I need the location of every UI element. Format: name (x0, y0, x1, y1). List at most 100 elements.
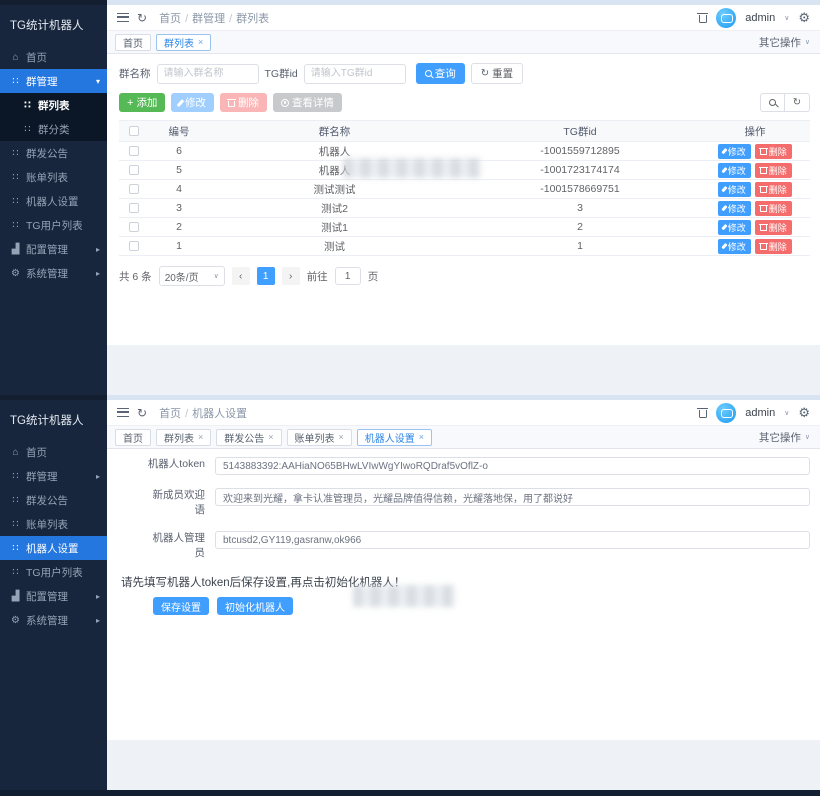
breadcrumb-item[interactable]: 首页 (159, 10, 181, 26)
tab[interactable]: 群列表 × (156, 429, 211, 446)
welcome-input[interactable] (215, 488, 810, 506)
gear-icon[interactable]: ⚙ (798, 11, 810, 24)
table-refresh-button[interactable]: ↻ (785, 93, 810, 112)
tab[interactable]: 首页 (115, 34, 151, 51)
sidebar-item[interactable]: ∷ 群列表 (0, 93, 107, 117)
sidebar-item[interactable]: ∷ TG用户列表 (0, 560, 107, 584)
row-delete-button[interactable]: 删除 (755, 220, 792, 235)
breadcrumb-item[interactable]: 首页 (159, 405, 181, 421)
sidebar-item[interactable]: ∷ 群发公告 (0, 488, 107, 512)
user-avatar[interactable] (716, 403, 736, 423)
other-operations-dropdown[interactable]: 其它操作 ∨ (759, 430, 810, 445)
menu-icon: ⌂ (10, 52, 21, 63)
trash-icon[interactable] (698, 408, 707, 418)
tab[interactable]: 群发公告 × (216, 429, 281, 446)
user-name[interactable]: admin (745, 12, 775, 24)
pencil-icon (722, 167, 728, 173)
breadcrumb-item[interactable]: 机器人设置 (185, 405, 247, 421)
row-checkbox[interactable] (129, 184, 139, 194)
hamburger-icon[interactable] (117, 408, 129, 417)
row-edit-button[interactable]: 修改 (718, 182, 751, 197)
user-name[interactable]: admin (745, 407, 775, 419)
row-checkbox[interactable] (129, 146, 139, 156)
sidebar-item[interactable]: ∷ 群分类 (0, 117, 107, 141)
sidebar-item[interactable]: ▟ 配置管理 ▸ (0, 584, 107, 608)
sidebar-menu: ⌂ 首页 ∷ 群管理 ▸ ∷ 群发公告 (0, 440, 107, 632)
row-delete-button[interactable]: 删除 (755, 163, 792, 178)
sidebar-item[interactable]: ∷ TG用户列表 (0, 213, 107, 237)
sidebar-item[interactable]: ∷ 群管理 ▾ (0, 69, 107, 93)
view-detail-button-disabled[interactable]: 查看详情 (273, 93, 342, 112)
sidebar-item[interactable]: ⌂ 首页 (0, 440, 107, 464)
tab-close-icon[interactable]: × (198, 432, 203, 442)
tab[interactable]: 机器人设置 × (357, 429, 432, 446)
sidebar-item[interactable]: ∷ 群管理 ▸ (0, 464, 107, 488)
row-delete-button[interactable]: 删除 (755, 239, 792, 254)
sidebar-item[interactable]: ⌂ 首页 (0, 45, 107, 69)
delete-button-disabled[interactable]: 删除 (220, 93, 267, 112)
admins-input[interactable] (215, 531, 810, 549)
row-edit-button[interactable]: 修改 (718, 239, 751, 254)
row-checkbox[interactable] (129, 203, 139, 213)
row-edit-button[interactable]: 修改 (718, 144, 751, 159)
refresh-icon[interactable]: ↻ (137, 407, 147, 419)
row-no: 2 (149, 221, 209, 233)
tab-close-icon[interactable]: × (268, 432, 273, 442)
content-footer-area (107, 740, 820, 790)
group-name-input[interactable] (157, 64, 259, 84)
sidebar-item[interactable]: ⚙ 系统管理 ▸ (0, 608, 107, 632)
sidebar-item[interactable]: ∷ 账单列表 (0, 165, 107, 189)
goto-page-input[interactable] (335, 267, 361, 285)
breadcrumb: 首页群管理群列表 (159, 10, 269, 26)
reset-button[interactable]: ↻重置 (471, 63, 523, 84)
sidebar-item[interactable]: ∷ 机器人设置 (0, 189, 107, 213)
init-robot-button[interactable]: 初始化机器人 (217, 597, 293, 615)
row-delete-button[interactable]: 删除 (755, 144, 792, 159)
search-icon (425, 70, 432, 77)
user-avatar[interactable] (716, 8, 736, 28)
tab[interactable]: 首页 (115, 429, 151, 446)
page-size-select[interactable]: 20条/页 ∨ (159, 266, 225, 286)
token-input[interactable] (215, 457, 810, 475)
sidebar-item-label: 机器人设置 (26, 541, 100, 556)
panel-robot-settings: TG统计机器人 ⌂ 首页 ∷ 群管理 ▸ (0, 395, 820, 790)
sidebar-item[interactable]: ⚙ 系统管理 ▸ (0, 261, 107, 285)
other-operations-dropdown[interactable]: 其它操作 ∨ (759, 35, 810, 50)
prev-page-button[interactable]: ‹ (232, 267, 250, 285)
sidebar-item[interactable]: ∷ 账单列表 (0, 512, 107, 536)
tab-close-icon[interactable]: × (419, 432, 424, 442)
row-checkbox[interactable] (129, 222, 139, 232)
row-delete-button[interactable]: 删除 (755, 182, 792, 197)
save-settings-button[interactable]: 保存设置 (153, 597, 209, 615)
tab-close-icon[interactable]: × (339, 432, 344, 442)
hamburger-icon[interactable] (117, 13, 129, 22)
next-page-button[interactable]: › (282, 267, 300, 285)
sidebar-item[interactable]: ∷ 群发公告 (0, 141, 107, 165)
sidebar: TG统计机器人 ⌂ 首页 ∷ 群管理 ▸ (0, 400, 107, 790)
tab-close-icon[interactable]: × (198, 37, 203, 47)
tab[interactable]: 群列表 × (156, 34, 211, 51)
select-all-checkbox[interactable] (129, 126, 139, 136)
sidebar-item[interactable]: ▟ 配置管理 ▸ (0, 237, 107, 261)
refresh-icon[interactable]: ↻ (137, 12, 147, 24)
search-button[interactable]: 查询 (416, 63, 465, 84)
tg-group-id-input[interactable] (304, 64, 406, 84)
add-button[interactable]: 添加 (119, 93, 165, 112)
row-checkbox[interactable] (129, 241, 139, 251)
row-checkbox[interactable] (129, 165, 139, 175)
sidebar-item[interactable]: ∷ 机器人设置 (0, 536, 107, 560)
row-edit-button[interactable]: 修改 (718, 220, 751, 235)
row-edit-button[interactable]: 修改 (718, 163, 751, 178)
trash-icon[interactable] (698, 13, 707, 23)
edit-button-disabled[interactable]: 修改 (171, 93, 214, 112)
tab[interactable]: 账单列表 × (287, 429, 352, 446)
breadcrumb-item[interactable]: 群列表 (229, 10, 269, 26)
table-search-button[interactable] (760, 93, 785, 112)
breadcrumb-item[interactable]: 群管理 (185, 10, 225, 26)
gear-icon[interactable]: ⚙ (798, 406, 810, 419)
row-delete-button[interactable]: 删除 (755, 201, 792, 216)
table-row: 3 测试2 3 修改 删除 (119, 199, 810, 218)
row-edit-button[interactable]: 修改 (718, 201, 751, 216)
row-no: 3 (149, 202, 209, 214)
page-1-button[interactable]: 1 (257, 267, 275, 285)
